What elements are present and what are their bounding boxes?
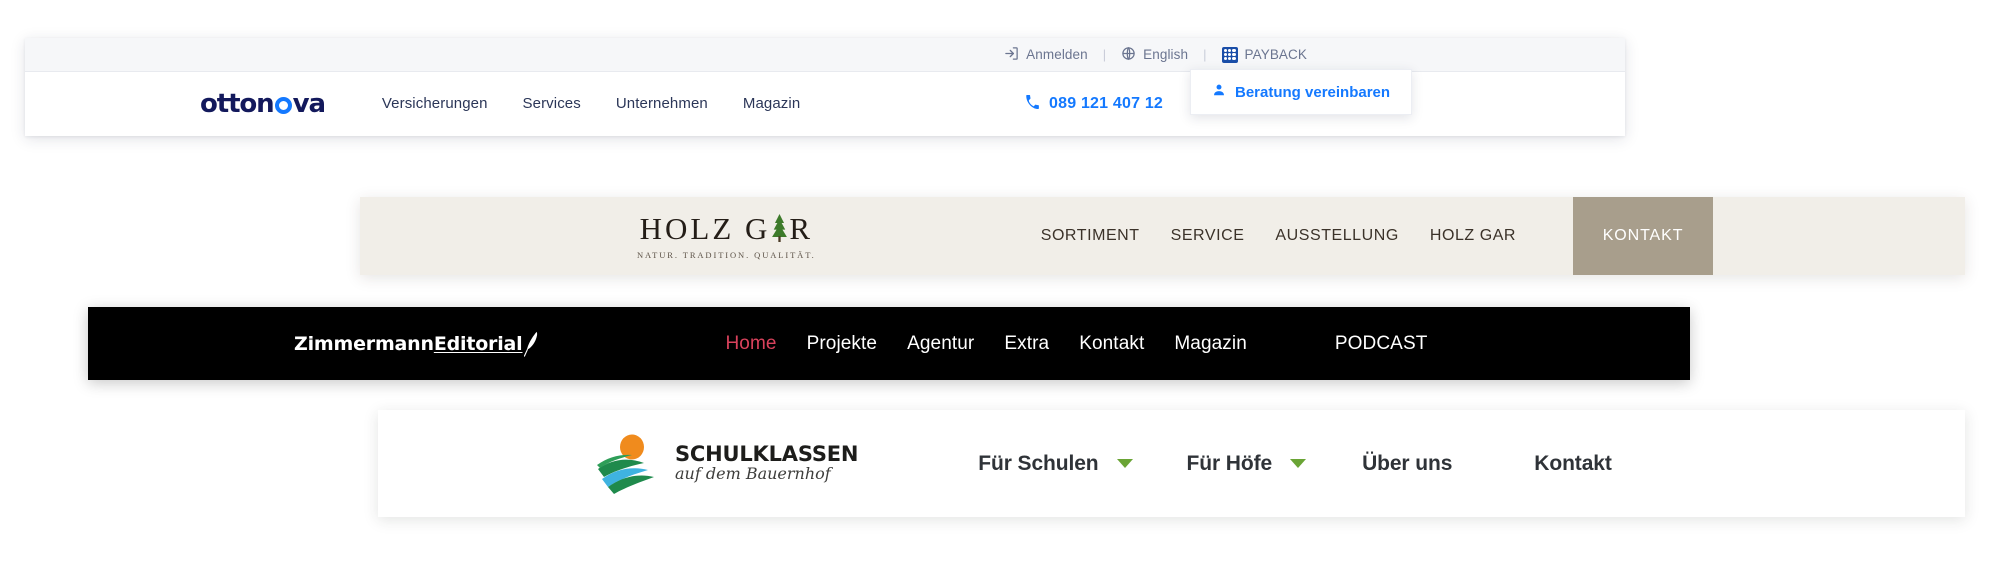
utility-item-english[interactable]: English	[1121, 46, 1188, 64]
zimmermann-logo-part-two: Editorial	[433, 332, 523, 355]
zimmermann-nav: Home Projekte Agentur Extra Kontakt Maga…	[725, 333, 1427, 355]
schulklassen-logo[interactable]: SCHULKLASSEN auf dem Bauernhof	[596, 433, 858, 495]
zimmermann-logo[interactable]: Zimmermann Editorial	[294, 331, 538, 357]
nav-link-ausstellung[interactable]: AUSSTELLUNG	[1275, 227, 1398, 245]
nav-link-ueber-uns[interactable]: Über uns	[1362, 452, 1452, 476]
nav-link-holzgar[interactable]: HOLZ GAR	[1430, 227, 1516, 245]
schulklassen-subtitle: auf dem Bauernhof	[675, 464, 831, 483]
payback-icon	[1221, 46, 1238, 63]
ottonova-logo-part-2: va	[292, 88, 326, 119]
utility-label-anmelden: Anmelden	[1026, 47, 1088, 62]
navbar-zimmermann-editorial: Zimmermann Editorial Home Projekte Agentu…	[88, 307, 1690, 380]
nav-link-services[interactable]: Services	[523, 95, 581, 112]
navbar-ottonova: Anmelden | English | PAYBACK otton va Ve…	[25, 38, 1625, 136]
nav-link-extra[interactable]: Extra	[1004, 333, 1049, 355]
nav-link-podcast[interactable]: PODCAST	[1335, 333, 1428, 355]
phone-link[interactable]: 089 121 407 12	[1025, 94, 1163, 114]
nav-item-fuer-schulen[interactable]: Für Schulen	[978, 452, 1133, 476]
beratung-vereinbaren-button[interactable]: Beratung vereinbaren	[1190, 69, 1413, 115]
cta-label: Beratung vereinbaren	[1235, 83, 1391, 101]
nav-link-service[interactable]: SERVICE	[1171, 227, 1245, 245]
holzgar-nav: SORTIMENT SERVICE AUSSTELLUNG HOLZ GAR	[1041, 227, 1516, 245]
nav-link-unternehmen[interactable]: Unternehmen	[616, 95, 708, 112]
screenshot-stage: Anmelden | English | PAYBACK otton va Ve…	[0, 0, 2000, 570]
schulklassen-logo-text: SCHULKLASSEN auf dem Bauernhof	[675, 443, 858, 484]
quill-feather-icon	[524, 331, 538, 357]
ottonova-nav: Versicherungen Services Unternehmen Maga…	[382, 95, 800, 112]
nav-link-versicherungen[interactable]: Versicherungen	[382, 95, 488, 112]
schulklassen-nav: Für Schulen Für Höfe Über uns Kontakt	[978, 452, 1612, 476]
nav-link-kontakt[interactable]: Kontakt	[1534, 452, 1612, 476]
nav-link-projekte[interactable]: Projekte	[807, 333, 878, 355]
ottonova-logo[interactable]: otton va	[200, 88, 326, 119]
ottonova-utility-bar: Anmelden | English | PAYBACK	[25, 38, 1625, 72]
user-icon	[1212, 83, 1226, 101]
utility-separator-1: |	[1102, 47, 1107, 62]
holzgar-word-before: HOLZ G	[639, 210, 771, 246]
ottonova-logo-part-1: otton	[200, 88, 275, 119]
nav-link-home[interactable]: Home	[725, 333, 776, 355]
utility-separator-2: |	[1203, 47, 1207, 62]
nav-item-fuer-hoefe[interactable]: Für Höfe	[1187, 452, 1307, 476]
phone-icon	[1025, 94, 1040, 114]
navbar-schulklassen: SCHULKLASSEN auf dem Bauernhof Für Schul…	[378, 410, 1965, 517]
utility-label-payback: PAYBACK	[1244, 47, 1307, 62]
utility-label-english: English	[1143, 47, 1189, 62]
nav-link-fuer-schulen[interactable]: Für Schulen	[978, 452, 1098, 476]
nav-link-fuer-hoefe[interactable]: Für Höfe	[1187, 452, 1273, 476]
globe-icon	[1121, 46, 1136, 64]
login-icon	[1004, 46, 1019, 64]
holzgar-logo[interactable]: HOLZ G R NATUR. TRADITION. QUALITÄT.	[637, 213, 816, 260]
farm-sun-field-icon	[596, 433, 664, 495]
zimmermann-logo-part-one: Zimmermann	[294, 332, 434, 355]
chevron-down-icon[interactable]	[1116, 459, 1133, 468]
utility-item-anmelden[interactable]: Anmelden	[1004, 46, 1088, 64]
kontakt-button[interactable]: KONTAKT	[1573, 197, 1714, 275]
chevron-down-icon[interactable]	[1290, 459, 1307, 468]
nav-link-magazin[interactable]: Magazin	[1174, 333, 1247, 355]
nav-link-magazin[interactable]: Magazin	[743, 95, 800, 112]
fir-tree-icon	[771, 214, 788, 243]
holzgar-word-after: R	[789, 210, 814, 246]
utility-item-payback[interactable]: PAYBACK	[1221, 46, 1307, 63]
holzgar-wordmark: HOLZ G R	[637, 213, 816, 244]
nav-link-agentur[interactable]: Agentur	[907, 333, 974, 355]
holzgar-tagline: NATUR. TRADITION. QUALITÄT.	[637, 249, 816, 260]
nav-link-sortiment[interactable]: SORTIMENT	[1041, 227, 1140, 245]
ottonova-main-bar: otton va Versicherungen Services Unterneh…	[25, 69, 1625, 135]
ottonova-logo-accent-o	[274, 97, 292, 114]
schulklassen-title: SCHULKLASSEN	[675, 442, 859, 467]
nav-link-kontakt[interactable]: Kontakt	[1079, 333, 1144, 355]
navbar-holzgar: HOLZ G R NATUR. TRADITION. QUALITÄT. SOR…	[360, 197, 1965, 275]
phone-number: 089 121 407 12	[1049, 94, 1164, 112]
